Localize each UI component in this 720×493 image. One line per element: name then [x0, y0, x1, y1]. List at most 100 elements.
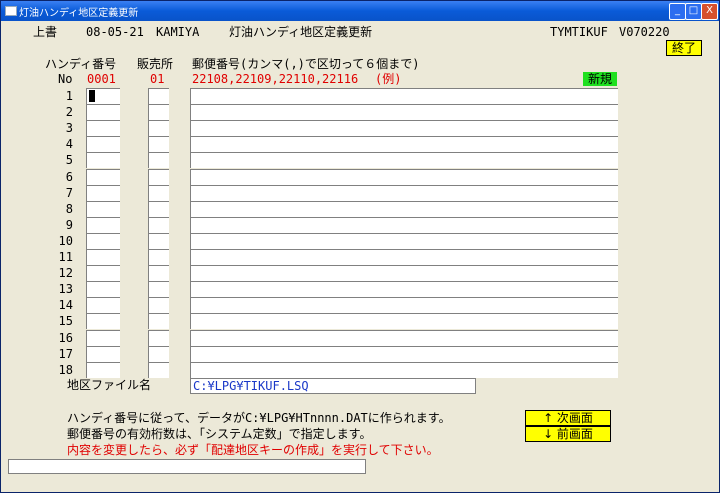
example-handy-no: 0001	[87, 72, 116, 86]
example-tag: (例)	[375, 72, 402, 86]
row-number: 17	[58, 347, 73, 361]
app-icon[interactable]	[5, 6, 17, 16]
postal-codes-input[interactable]	[190, 104, 618, 120]
row-number: 2	[65, 105, 73, 119]
store-input[interactable]	[148, 185, 169, 201]
postal-codes-input[interactable]	[190, 313, 618, 329]
store-input[interactable]	[148, 169, 169, 185]
handy-no-input[interactable]	[86, 201, 120, 217]
handy-no-input[interactable]	[86, 185, 120, 201]
row-number: 15	[58, 314, 73, 328]
handy-no-input[interactable]	[86, 249, 120, 265]
postal-codes-input[interactable]	[190, 330, 618, 346]
store-input[interactable]	[148, 217, 169, 233]
mode-label: 上書	[33, 25, 58, 39]
store-input[interactable]	[148, 152, 169, 168]
status-bar-input[interactable]	[8, 459, 366, 474]
postal-codes-input[interactable]	[190, 297, 618, 313]
store-input[interactable]	[148, 362, 169, 378]
store-input[interactable]	[148, 249, 169, 265]
postal-codes-input[interactable]	[190, 152, 618, 168]
handy-no-input[interactable]	[86, 313, 120, 329]
store-input[interactable]	[148, 313, 169, 329]
example-postal: 22108,22109,22110,22116	[192, 72, 359, 86]
row-number: 3	[65, 121, 73, 135]
handy-no-input[interactable]	[86, 297, 120, 313]
prev-screen-button[interactable]: ↓ 前画面	[525, 426, 611, 442]
postal-codes-input[interactable]	[190, 169, 618, 185]
row-number: 13	[58, 282, 73, 296]
handy-no-input[interactable]	[86, 104, 120, 120]
postal-codes-input[interactable]	[190, 265, 618, 281]
postal-codes-input[interactable]	[190, 185, 618, 201]
postal-codes-input[interactable]	[190, 346, 618, 362]
close-button[interactable]: X	[701, 3, 718, 20]
store-input[interactable]	[148, 120, 169, 136]
file-name-input[interactable]: C:¥LPG¥TIKUF.LSQ	[190, 378, 476, 394]
row-no-label: No	[58, 72, 73, 86]
handy-no-input[interactable]	[86, 169, 120, 185]
screen-title: 灯油ハンディ地区定義更新	[229, 25, 373, 39]
store-input[interactable]	[148, 201, 169, 217]
store-input[interactable]	[148, 88, 169, 104]
row-number: 8	[65, 202, 73, 216]
note-line-1: ハンディ番号に従って、データがC:¥LPG¥HTnnnn.DATに作られます。	[67, 411, 451, 425]
handy-no-input[interactable]	[86, 330, 120, 346]
column-handy-no: ハンディ番号	[45, 57, 117, 71]
app-window: 灯油ハンディ地区定義更新 _ □ X 上書 08-05-21 KAMIYA 灯油…	[0, 0, 720, 493]
end-button[interactable]: 終了	[666, 40, 702, 56]
handy-no-input[interactable]	[86, 265, 120, 281]
text-cursor	[89, 90, 95, 102]
row-number: 16	[58, 331, 73, 345]
store-input[interactable]	[148, 104, 169, 120]
handy-no-input[interactable]	[86, 362, 120, 378]
handy-no-input[interactable]	[86, 233, 120, 249]
row-number: 12	[58, 266, 73, 280]
version-label: V070220	[619, 25, 670, 39]
handy-no-input[interactable]	[86, 136, 120, 152]
minimize-button[interactable]: _	[669, 3, 686, 20]
handy-no-input[interactable]	[86, 120, 120, 136]
note-line-3: 内容を変更したら、必ず「配達地区キーの作成」を実行して下さい。	[67, 443, 439, 457]
row-number: 1	[65, 89, 73, 103]
next-screen-button[interactable]: ↑ 次画面	[525, 410, 611, 426]
store-input[interactable]	[148, 346, 169, 362]
postal-codes-input[interactable]	[190, 362, 618, 378]
user-label: KAMIYA	[156, 25, 200, 39]
postal-codes-input[interactable]	[190, 281, 618, 297]
postal-codes-input[interactable]	[190, 136, 618, 152]
row-number: 11	[58, 250, 73, 264]
handy-no-input[interactable]	[86, 88, 120, 104]
date-label: 08-05-21	[86, 25, 144, 39]
handy-no-input[interactable]	[86, 217, 120, 233]
row-number: 18	[58, 363, 73, 377]
postal-codes-input[interactable]	[190, 201, 618, 217]
file-label: 地区ファイル名	[67, 378, 152, 392]
row-number: 7	[65, 186, 73, 200]
handy-no-input[interactable]	[86, 346, 120, 362]
column-postal: 郵便番号(カンマ(,)で区切って６個まで)	[192, 57, 420, 71]
store-input[interactable]	[148, 136, 169, 152]
handy-no-input[interactable]	[86, 281, 120, 297]
maximize-button[interactable]: □	[685, 3, 702, 20]
row-number: 6	[65, 170, 73, 184]
store-input[interactable]	[148, 297, 169, 313]
postal-codes-input[interactable]	[190, 249, 618, 265]
postal-codes-input[interactable]	[190, 233, 618, 249]
handy-no-input[interactable]	[86, 152, 120, 168]
postal-codes-input[interactable]	[190, 120, 618, 136]
row-number: 4	[65, 137, 73, 151]
row-number: 9	[65, 218, 73, 232]
row-number: 10	[58, 234, 73, 248]
program-id: TYMTIKUF	[550, 25, 608, 39]
window-title: 灯油ハンディ地区定義更新	[19, 8, 139, 19]
postal-codes-input[interactable]	[190, 217, 618, 233]
new-badge: 新規	[583, 72, 617, 86]
store-input[interactable]	[148, 233, 169, 249]
store-input[interactable]	[148, 265, 169, 281]
store-input[interactable]	[148, 330, 169, 346]
store-input[interactable]	[148, 281, 169, 297]
note-line-2: 郵便番号の有効桁数は、「システム定数」で指定します。	[67, 427, 372, 441]
postal-codes-input[interactable]	[190, 88, 618, 104]
row-number: 14	[58, 298, 73, 312]
